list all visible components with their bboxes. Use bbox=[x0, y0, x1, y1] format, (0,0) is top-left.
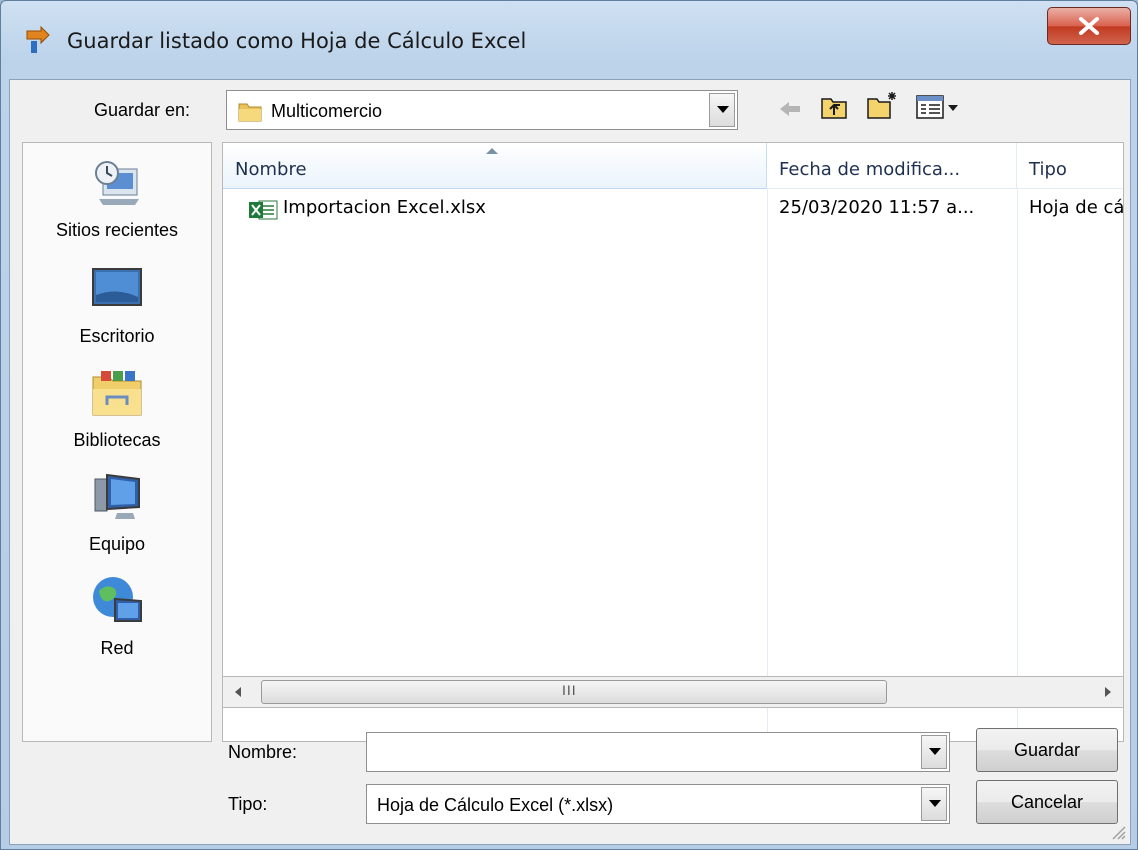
place-desktop[interactable]: Escritorio bbox=[23, 261, 211, 347]
column-header-date[interactable]: Fecha de modifica... bbox=[767, 143, 1017, 189]
column-header-name[interactable]: Nombre bbox=[223, 143, 767, 189]
column-date-label: Fecha de modifica... bbox=[779, 159, 961, 180]
scroll-grip: III bbox=[562, 682, 577, 698]
column-divider bbox=[767, 189, 768, 741]
sort-ascending-icon bbox=[486, 148, 498, 154]
network-icon bbox=[93, 577, 142, 622]
save-in-combo[interactable]: Multicomercio bbox=[226, 90, 738, 130]
save-in-label: Guardar en: bbox=[94, 100, 191, 120]
scroll-thumb[interactable]: III bbox=[261, 680, 887, 704]
computer-icon bbox=[94, 473, 140, 519]
up-folder-icon[interactable] bbox=[820, 94, 848, 120]
libraries-icon bbox=[92, 371, 142, 416]
file-name-dropdown-button[interactable] bbox=[921, 735, 947, 769]
column-header-type[interactable]: Tipo bbox=[1017, 143, 1123, 189]
folder-icon bbox=[238, 103, 262, 122]
close-button[interactable] bbox=[1047, 7, 1131, 45]
app-icon bbox=[26, 25, 50, 53]
file-row[interactable]: Importacion Excel.xlsx 25/03/2020 11:57 … bbox=[237, 197, 1123, 227]
close-icon bbox=[1079, 17, 1099, 35]
places-bar: Sitios recientes Escritorio Bibliotecas … bbox=[22, 142, 212, 742]
place-label: Red bbox=[100, 638, 134, 658]
file-type: Hoja de cá bbox=[1029, 197, 1124, 218]
save-in-value: Multicomercio bbox=[271, 101, 383, 121]
resize-grip-icon[interactable] bbox=[1110, 824, 1126, 840]
file-type-value: Hoja de Cálculo Excel (*.xlsx) bbox=[377, 795, 614, 815]
file-type-label: Tipo: bbox=[228, 794, 268, 814]
file-name: Importacion Excel.xlsx bbox=[283, 197, 486, 218]
place-recent[interactable]: Sitios recientes bbox=[23, 155, 211, 241]
place-label: Bibliotecas bbox=[73, 430, 161, 450]
place-network[interactable]: Red bbox=[23, 573, 211, 659]
place-label: Escritorio bbox=[79, 326, 155, 346]
horizontal-scrollbar[interactable]: III bbox=[222, 676, 1124, 708]
file-name-label: Nombre: bbox=[228, 742, 298, 762]
place-label: Sitios recientes bbox=[55, 220, 179, 240]
back-arrow-icon[interactable] bbox=[778, 98, 802, 120]
column-name-label: Nombre bbox=[235, 159, 307, 180]
place-label: Equipo bbox=[88, 534, 146, 554]
view-menu-icon[interactable] bbox=[916, 94, 964, 120]
desktop-icon bbox=[92, 268, 142, 306]
save-dialog-window: Guardar listado como Hoja de Cálculo Exc… bbox=[0, 0, 1138, 850]
column-divider bbox=[1017, 189, 1018, 741]
excel-file-icon bbox=[249, 200, 278, 220]
file-type-select[interactable]: Hoja de Cálculo Excel (*.xlsx) bbox=[366, 784, 950, 824]
scroll-right-icon[interactable] bbox=[1103, 686, 1113, 698]
recent-places-icon bbox=[95, 161, 139, 205]
title-bar[interactable]: Guardar listado como Hoja de Cálculo Exc… bbox=[1, 1, 1137, 79]
column-type-label: Tipo bbox=[1029, 159, 1067, 180]
file-date: 25/03/2020 11:57 a... bbox=[779, 197, 975, 218]
window-title: Guardar listado como Hoja de Cálculo Exc… bbox=[67, 29, 527, 53]
file-type-dropdown-button[interactable] bbox=[921, 787, 947, 821]
dialog-body: Guardar en: Multicomercio Sitios recient… bbox=[9, 79, 1131, 845]
file-list[interactable]: Nombre Fecha de modifica... Tipo Importa… bbox=[222, 142, 1124, 742]
cancel-button[interactable]: Cancelar bbox=[976, 780, 1118, 824]
save-in-dropdown-button[interactable] bbox=[709, 93, 735, 127]
save-button[interactable]: Guardar bbox=[976, 728, 1118, 772]
place-libraries[interactable]: Bibliotecas bbox=[23, 365, 211, 451]
new-folder-icon[interactable] bbox=[866, 90, 900, 120]
file-name-input[interactable] bbox=[366, 732, 950, 772]
place-computer[interactable]: Equipo bbox=[23, 469, 211, 555]
scroll-left-icon[interactable] bbox=[233, 686, 243, 698]
